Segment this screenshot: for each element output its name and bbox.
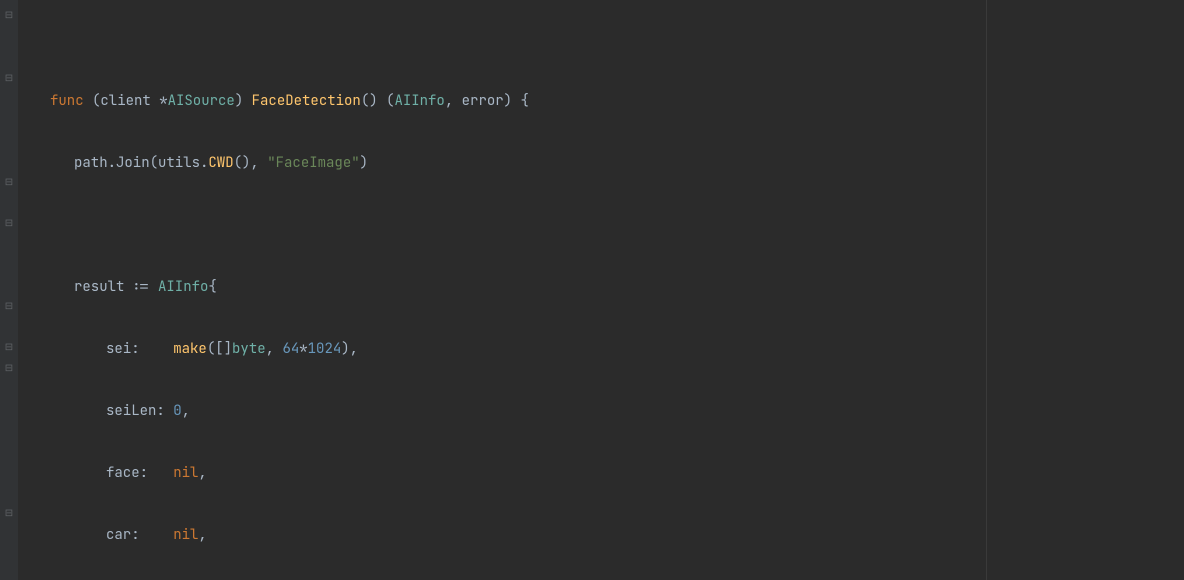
code-area[interactable]: func (client *AISource) FaceDetection() … xyxy=(18,0,1184,580)
code-line[interactable]: path.Join(utils.CWD(), "FaceImage") xyxy=(22,153,1184,174)
code-line[interactable]: car: nil, xyxy=(22,525,1184,546)
code-line[interactable]: face: nil, xyxy=(22,463,1184,484)
fold-icon[interactable]: ⊟ xyxy=(4,301,14,311)
gutter: ⊟ ⊟ ⊟ ⊟ ⊟ ⊟ ⊟ ⊟ xyxy=(0,0,18,580)
fold-icon[interactable]: ⊟ xyxy=(4,342,14,352)
fold-icon[interactable]: ⊟ xyxy=(4,177,14,187)
code-line[interactable]: func (client *AISource) FaceDetection() … xyxy=(22,91,1184,112)
fold-icon[interactable]: ⊟ xyxy=(4,10,14,20)
margin-guide xyxy=(986,0,987,580)
code-line[interactable]: result := AIInfo{ xyxy=(22,277,1184,298)
fold-icon[interactable]: ⊟ xyxy=(4,218,14,228)
code-line[interactable] xyxy=(22,215,1184,236)
fold-icon[interactable]: ⊟ xyxy=(4,508,14,518)
fold-icon[interactable]: ⊟ xyxy=(4,363,14,373)
fold-icon[interactable]: ⊟ xyxy=(4,73,14,83)
code-line[interactable]: seiLen: 0, xyxy=(22,401,1184,422)
code-line[interactable]: sei: make([]byte, 64*1024), xyxy=(22,339,1184,360)
code-editor[interactable]: ⊟ ⊟ ⊟ ⊟ ⊟ ⊟ ⊟ ⊟ func (client *AISource) … xyxy=(0,0,1184,580)
